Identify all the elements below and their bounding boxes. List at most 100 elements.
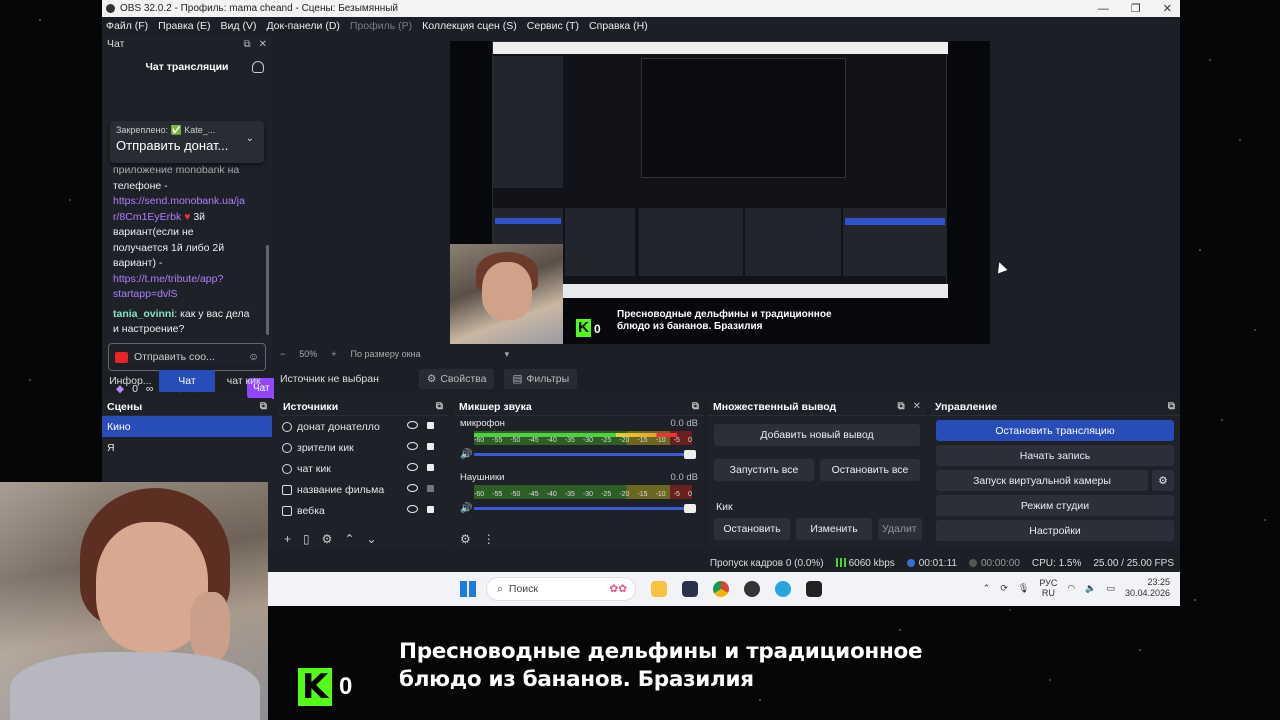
eye-icon[interactable] [407,505,418,513]
app-icon[interactable] [682,581,698,597]
scene-item[interactable]: Я [102,437,272,458]
start-all-button[interactable]: Запустить все [714,459,814,481]
undock-icon[interactable]: ⧉ [692,401,699,412]
source-item[interactable]: зрители кик [278,437,448,458]
gear-icon[interactable]: ⚙ [322,532,333,546]
lang-indicator[interactable]: РУС [1039,578,1057,588]
slider-knob[interactable] [684,450,696,459]
menu-help[interactable]: Справка (H) [589,20,648,32]
sync-icon[interactable]: ⟳ [1000,583,1008,594]
volume-slider[interactable] [474,450,696,459]
speaker-icon[interactable]: 🔊 [460,449,472,460]
undock-icon[interactable]: ⧉ [260,401,267,412]
lock-icon[interactable] [427,506,434,513]
delete-output-button[interactable]: Удалит [878,518,922,540]
settings-button[interactable]: Настройки [936,520,1174,541]
menu-tools[interactable]: Сервис (T) [527,20,579,32]
preview-caption: Пресноводные дельфины и традиционное блю… [617,309,837,333]
close-dock-icon[interactable]: ✕ [913,401,921,412]
add-output-button[interactable]: Добавить новый вывод [714,424,920,446]
lock-icon[interactable] [427,422,434,429]
chrome-icon[interactable] [713,581,729,597]
obs-app-icon[interactable] [744,581,760,597]
lock-icon[interactable] [427,485,434,492]
minimize-button[interactable]: — [1098,3,1109,15]
eye-icon[interactable] [407,421,418,429]
menu-edit[interactable]: Правка (E) [158,20,210,32]
volume-icon[interactable]: 🔈 [1085,583,1096,594]
mixer-settings-icon[interactable]: ⚙ [460,532,471,546]
chat-link[interactable]: startapp=dvlS [113,288,178,300]
tab-chat[interactable]: Чат [158,370,216,392]
chevron-down-icon[interactable]: ⌄ [366,532,376,546]
chevron-down-icon[interactable]: ▾ [505,349,510,360]
pinned-message[interactable]: Закреплено: ✅ Kate_... Отправить донат..… [110,121,264,163]
undock-icon[interactable]: ⧉ [243,39,250,50]
lock-icon[interactable] [427,443,434,450]
file-explorer-icon[interactable] [651,581,667,597]
menu-file[interactable]: Файл (F) [106,20,148,32]
slider-knob[interactable] [684,504,696,513]
source-item[interactable]: вебка [278,500,448,521]
undock-icon[interactable]: ⧉ [897,401,904,412]
start-record-button[interactable]: Начать запись [936,445,1174,466]
volume-slider[interactable] [474,504,696,513]
stop-all-button[interactable]: Остановить все [820,459,920,481]
stop-output-button[interactable]: Остановить [714,518,790,540]
edit-output-button[interactable]: Изменить [796,518,872,540]
terminal-icon[interactable] [806,581,822,597]
chat-link[interactable]: r/8Cm1EyErbk [113,211,181,223]
menu-profile[interactable]: Профиль (P) [350,20,412,32]
menu-view[interactable]: Вид (V) [221,20,257,32]
microphone-icon[interactable]: 🎙 [1018,583,1029,594]
stop-stream-button[interactable]: Остановить трансляцию [936,420,1174,441]
zoom-in-icon[interactable]: + [331,349,336,359]
zoom-out-icon[interactable]: − [280,349,285,359]
filters-button[interactable]: ▤ Фильтры [504,369,578,389]
tab-kick-chat[interactable]: чат кик [215,370,272,392]
fit-select[interactable]: По размеру окна [351,349,421,359]
chevron-down-icon[interactable]: ⌄ [246,133,254,144]
gear-icon[interactable]: ⚙ [1152,470,1174,491]
studio-mode-button[interactable]: Режим студии [936,495,1174,516]
eye-icon[interactable] [407,484,418,492]
maximize-button[interactable]: ❐ [1131,2,1141,15]
preview-area[interactable]: K 0 Пресноводные дельфины и традиционное… [274,35,1164,350]
more-icon[interactable]: ⋮ [483,532,495,546]
clock[interactable]: 23:25 30.04.2026 [1125,577,1170,599]
source-item[interactable]: чат кик [278,458,448,479]
tab-info[interactable]: Инфор... [102,370,159,392]
eye-icon[interactable] [407,463,418,471]
eye-icon[interactable] [407,442,418,450]
chat-link[interactable]: https://send.monobank.ua/ja [113,195,245,207]
undock-icon[interactable]: ⧉ [436,401,443,412]
windows-start-icon[interactable] [460,581,476,597]
chevron-up-icon[interactable]: ⌃ [983,583,991,594]
menu-scene-collection[interactable]: Коллекция сцен (S) [422,20,517,32]
add-icon[interactable]: + [284,532,291,546]
virtual-camera-button[interactable]: Запуск виртуальной камеры [936,470,1148,491]
chevron-up-icon[interactable]: ⌃ [344,532,354,546]
chat-username[interactable]: tania_ovinni [113,308,174,320]
close-button[interactable]: ✕ [1163,2,1172,15]
properties-button[interactable]: ⚙ Свойства [418,369,495,389]
source-item[interactable]: донат донателло [278,416,448,437]
chat-scrollbar[interactable] [266,245,269,335]
trash-icon[interactable]: ▯ [303,532,310,546]
battery-icon[interactable]: ▭ [1106,583,1115,594]
menu-docks[interactable]: Док-панели (D) [266,20,339,32]
chat-link[interactable]: https://t.me/tribute/app? [113,273,223,285]
scene-item[interactable]: Кино [102,416,272,437]
emote-icon[interactable]: ☺ [248,351,259,363]
speaker-icon[interactable]: 🔊 [460,503,472,514]
undock-icon[interactable]: ⧉ [1168,401,1175,412]
taskbar-search[interactable]: ⌕ Поиск ✿✿ [486,577,636,601]
users-icon[interactable] [252,61,264,73]
wifi-icon[interactable]: ◠ [1067,583,1075,594]
lock-icon[interactable] [427,464,434,471]
chat-input[interactable]: Отправить соо... ☺ [108,343,266,371]
telegram-icon[interactable] [775,581,791,597]
close-dock-icon[interactable]: ✕ [259,39,267,50]
preview-canvas[interactable]: K 0 Пресноводные дельфины и традиционное… [450,41,990,344]
source-item[interactable]: название фильма [278,479,448,500]
